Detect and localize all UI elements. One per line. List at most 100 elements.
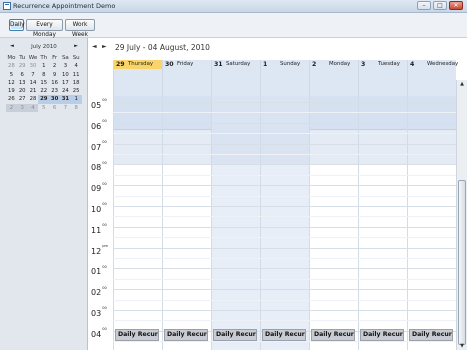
appointment[interactable]: Daily Recur [311,329,355,341]
mini-calendar-day[interactable]: 11 [71,71,82,79]
mini-calendar-day[interactable]: 17 [60,79,71,87]
work-week-button[interactable]: Work Week [65,19,95,38]
daily-button[interactable]: Daily [9,19,25,31]
hour-gridline [113,185,456,187]
mini-calendar-day[interactable]: 8 [71,104,82,112]
hour-gridline [113,289,456,291]
appointment[interactable]: Daily Recur [164,329,208,341]
time-minutes: 00 [102,202,107,207]
time-minutes: 00 [102,181,107,186]
appointment[interactable]: Daily Recur [262,329,306,341]
mini-calendar-day[interactable]: 25 [71,87,82,95]
time-minutes: 00 [102,98,107,103]
mini-calendar-day[interactable]: 6 [17,71,28,79]
mini-calendar-day[interactable]: 29 [17,62,28,70]
close-button[interactable]: ✕ [449,1,463,10]
appointment[interactable]: Daily Recur [409,329,453,341]
mini-calendar-day[interactable]: 7 [60,104,71,112]
time-hour: 09 [91,184,102,194]
every-monday-button[interactable]: Every Monday [26,19,63,38]
mini-calendar-day[interactable]: 8 [38,71,49,79]
time-minutes: pm [102,243,108,248]
mini-calendar-day[interactable]: 6 [49,104,60,112]
mini-calendar-day[interactable]: 10 [60,71,71,79]
time-hour: 10 [91,205,102,214]
half-hour-gridline [113,112,456,114]
mini-calendar-day[interactable]: 19 [6,87,17,95]
appointment[interactable]: Daily Recur [115,329,159,341]
mini-calendar-day[interactable]: 7 [28,71,39,79]
mini-calendar-day[interactable]: 20 [17,87,28,95]
title-bar: Recurrence Appointment Demo – □ ✕ [0,0,467,13]
weekday-label: Su [72,55,80,61]
mini-calendar-day[interactable]: 24 [60,87,71,95]
mini-calendar-day[interactable]: 15 [38,79,49,87]
half-hour-gridline [113,320,456,322]
maximize-button[interactable]: □ [433,1,447,10]
mini-calendar-day[interactable]: 13 [17,79,28,87]
time-grid[interactable]: Daily Recur Daily Recur Daily Recur Daily R… [113,96,456,350]
mini-calendar-day[interactable]: 14 [28,79,39,87]
scheduler-nav: ◄ ► 29 July - 04 August, 2010 [88,38,467,58]
time-hour: 07 [91,142,102,152]
mini-calendar-day[interactable]: 12 [6,79,17,87]
mini-calendar-day[interactable]: 1 [70,95,82,104]
weekday-label: Tu [19,55,26,61]
day-header-label: 31 Saturday [212,60,260,69]
mini-calendar-day[interactable]: 30 [49,95,60,104]
day-number: 1 [263,61,268,68]
mini-calendar-day[interactable]: 30 [28,62,39,70]
vertical-scrollbar[interactable]: ▲ ▼ [456,80,467,350]
scroll-up-icon[interactable]: ▲ [457,80,467,88]
mini-calendar-day[interactable]: 18 [71,79,82,87]
mini-calendar-next-icon[interactable]: ► [74,43,78,49]
mini-calendar-day[interactable]: 16 [49,79,60,87]
hour-gridline [113,164,456,166]
day-header-label: 1 Sunday [261,60,309,69]
mini-calendar-day[interactable]: 22 [38,87,49,95]
mini-calendar-day[interactable]: 28 [6,62,17,70]
mini-calendar-day[interactable]: 5 [6,71,17,79]
app-icon [3,2,11,10]
next-period-icon[interactable]: ► [102,43,107,50]
time-hour: 01 [91,267,102,277]
appointment[interactable]: Daily Recur [213,329,257,341]
appointment[interactable]: Daily Recur [360,329,404,341]
mini-calendar-day[interactable]: 23 [49,87,60,95]
mini-calendar-day[interactable]: 26 [6,95,17,103]
mini-calendar-day[interactable]: 28 [28,95,39,103]
time-minutes: 00 [102,285,107,290]
mini-calendar-day[interactable]: 21 [28,87,39,95]
mini-calendar-day[interactable]: 4 [27,103,39,113]
mini-calendar-header: ◄ July 2010 ► [6,42,82,52]
time-minutes: 00 [102,223,107,228]
hour-gridline [113,102,456,103]
mini-calendar-day[interactable]: 3 [60,62,71,70]
mini-calendar-day[interactable]: 1 [38,62,49,70]
half-hour-gridline [113,216,456,218]
time-hour: 05 [91,101,102,110]
mini-calendar-day[interactable]: 5 [38,104,49,112]
weekday-label: Th [40,55,48,61]
half-hour-gridline [113,237,456,239]
hour-gridline [113,247,456,249]
mini-calendar-day[interactable]: 27 [17,95,28,103]
mini-calendar-day[interactable]: 3 [16,103,28,113]
mini-calendar-title[interactable]: July 2010 [6,44,82,50]
previous-period-icon[interactable]: ◄ [92,43,97,50]
mini-calendar-day[interactable]: 2 [49,62,60,70]
day-header-label: 29 Thursday [114,60,162,69]
mini-calendar-day[interactable]: 29 [38,95,50,104]
minimize-button[interactable]: – [417,1,431,10]
mini-calendar-day[interactable]: 4 [71,62,82,70]
day-name: Sunday [280,61,301,67]
day-header-label: 2 Monday [310,60,358,69]
time-label: 1100 [91,223,107,235]
mini-calendar-day[interactable]: 2 [6,103,17,113]
day-name: Friday [177,61,194,67]
scroll-down-icon[interactable]: ▼ [457,342,467,350]
time-minutes: 00 [102,264,107,269]
scrollbar-thumb[interactable] [458,180,466,345]
mini-calendar-day[interactable]: 31 [59,95,71,104]
mini-calendar-day[interactable]: 9 [49,71,60,79]
